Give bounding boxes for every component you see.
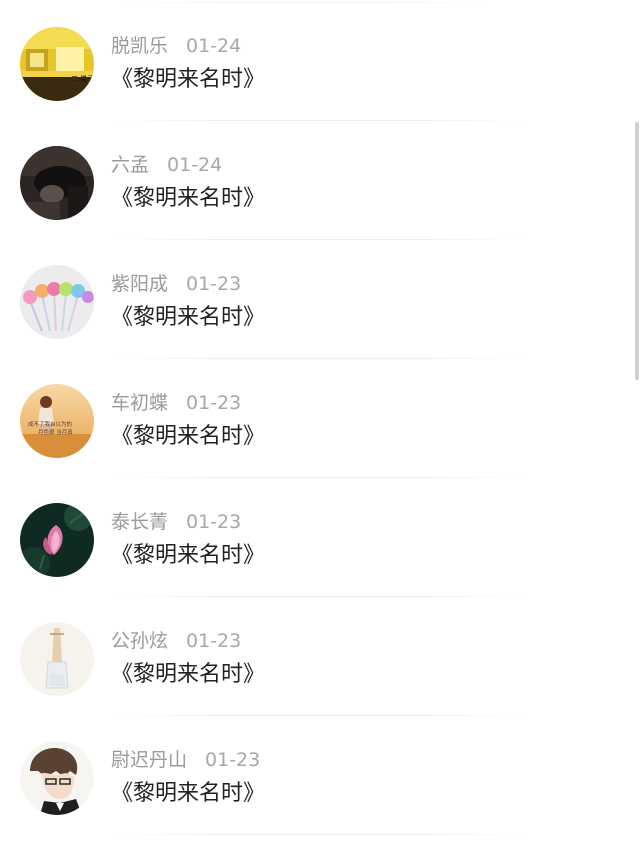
comment-meta: 六孟 01-24 [111, 152, 222, 178]
girl-sunset-avatar-icon: 成不了我自以为的 月色很 当月真 [20, 384, 94, 458]
pom-pom-pens-avatar-icon [20, 265, 94, 339]
avatar[interactable] [20, 503, 94, 577]
username[interactable]: 紫阳成 [111, 273, 168, 295]
dark-cap-avatar-icon [20, 146, 94, 220]
comment-date: 01-23 [186, 392, 242, 414]
comment-meta: 公孙炫 01-23 [111, 628, 241, 654]
comment-text: 《黎明来名时》 [111, 305, 266, 330]
list-item[interactable]: 六孟 01-24 《黎明来名时》 [0, 122, 630, 240]
comment-meta: 泰长菁 01-23 [111, 509, 241, 535]
comment-date: 01-23 [186, 273, 242, 295]
comment-date: 01-23 [205, 749, 261, 771]
magnolia-flower-avatar-icon [20, 503, 94, 577]
scrollbar-thumb[interactable] [635, 122, 639, 380]
divider [115, 477, 525, 478]
comment-meta: 尉迟丹山 01-23 [111, 747, 260, 773]
divider [115, 120, 525, 121]
avatar[interactable]: 成不了我自以为的 月色很 当月真 [20, 384, 94, 458]
comment-meta: 紫阳成 01-23 [111, 271, 241, 297]
comment-meta: 脱凯乐 01-24 [111, 33, 241, 59]
avatar[interactable] [20, 265, 94, 339]
username[interactable]: 尉迟丹山 [111, 749, 187, 771]
comment-text: 《黎明来名时》 [111, 67, 266, 92]
scrollbar[interactable] [634, 0, 640, 847]
comment-date: 01-23 [186, 630, 242, 652]
avatar-caption: 成不了我自以为的 [28, 420, 73, 428]
username[interactable]: 车初蝶 [111, 392, 168, 414]
divider [115, 834, 525, 835]
comment-text: 《黎明来名时》 [111, 424, 266, 449]
comment-text: 《黎明来名时》 [111, 186, 266, 211]
anime-man-avatar-icon [20, 741, 94, 815]
divider [115, 596, 525, 597]
avatar-caption: 月色很 当月真 [38, 428, 73, 436]
list-item[interactable]: 公孙炫 01-23 《黎明来名时》 [0, 598, 630, 716]
yellow-room-avatar-icon: 一二·量子 [20, 27, 94, 101]
comment-date: 01-23 [186, 511, 242, 533]
list-item[interactable]: 泰长菁 01-23 《黎明来名时》 [0, 479, 630, 597]
comment-date: 01-24 [186, 35, 242, 57]
comment-text: 《黎明来名时》 [111, 543, 266, 568]
list-item[interactable]: 紫阳成 01-23 《黎明来名时》 [0, 241, 630, 359]
list-item[interactable]: 尉迟丹山 01-23 《黎明来名时》 [0, 717, 630, 835]
avatar[interactable] [20, 146, 94, 220]
comment-meta: 车初蝶 01-23 [111, 390, 241, 416]
comment-text: 《黎明来名时》 [111, 662, 266, 687]
divider [115, 358, 525, 359]
list-item[interactable]: 一二·量子 脱凯乐 01-24 《黎明来名时》 [0, 3, 630, 121]
avatar[interactable] [20, 622, 94, 696]
avatar[interactable]: 一二·量子 [20, 27, 94, 101]
avatar-caption: 一二·量子 [64, 75, 94, 83]
list-item[interactable]: 成不了我自以为的 月色很 当月真 车初蝶 01-23 《黎明来名时》 [0, 360, 630, 478]
username[interactable]: 六孟 [111, 154, 149, 176]
username[interactable]: 公孙炫 [111, 630, 168, 652]
avatar[interactable] [20, 741, 94, 815]
username[interactable]: 脱凯乐 [111, 35, 168, 57]
divider [115, 239, 525, 240]
comment-text: 《黎明来名时》 [111, 781, 266, 806]
glass-bottle-avatar-icon [20, 622, 94, 696]
username[interactable]: 泰长菁 [111, 511, 168, 533]
divider [115, 715, 525, 716]
comment-date: 01-24 [167, 154, 223, 176]
